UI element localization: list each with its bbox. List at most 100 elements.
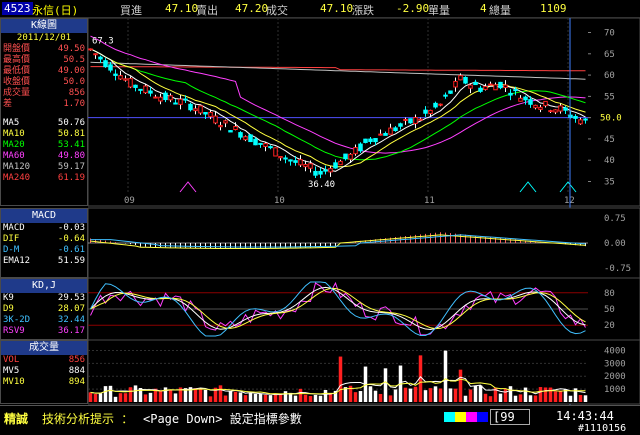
candle-body	[338, 160, 343, 166]
volume-chart[interactable]: 4000 3000 2000 1000	[88, 339, 640, 405]
kd-tick-label: 20	[604, 321, 615, 331]
candle-body	[188, 103, 193, 111]
candle-body	[458, 75, 463, 81]
kd-value: 28.07	[57, 304, 85, 314]
command-input[interactable]: [99	[490, 409, 530, 425]
volume-bar	[553, 391, 558, 402]
volume-bar	[463, 395, 468, 402]
volume-info-panel: 成交量 VOL 856 MV5 884 MV10 894	[0, 340, 88, 404]
price-tick-label: 40	[604, 156, 615, 166]
candle-body	[488, 83, 493, 86]
deal-value: 47.10	[320, 2, 354, 15]
volume-bar	[93, 393, 98, 402]
ma-row: MA20 53.41	[1, 140, 87, 151]
kd-tick-label: 80	[604, 289, 615, 299]
ma-label: MA120	[3, 162, 31, 172]
kd-label: D9	[3, 304, 14, 314]
volume-bar	[378, 393, 383, 402]
candle-body	[138, 88, 143, 91]
macd-chart[interactable]: 0.75 0.00 -0.75	[88, 207, 640, 279]
candle-body	[133, 84, 138, 88]
vol-value: 884	[68, 366, 85, 376]
volume-bar	[473, 385, 478, 402]
kd-label: K9	[3, 293, 14, 303]
volume-bar	[283, 391, 288, 402]
volume-bar	[133, 385, 138, 402]
kd-panel-title[interactable]: KD,J	[1, 279, 87, 293]
macd-row: MACD -0.03	[1, 223, 87, 234]
volume-bar	[198, 388, 203, 402]
candle-body	[323, 169, 328, 172]
candle-body	[293, 160, 298, 163]
volume-bar	[88, 392, 93, 402]
kline-panel-title[interactable]: K線圖	[1, 19, 87, 33]
kd-row: 3K-2D 32.44	[1, 315, 87, 326]
candle-body	[473, 82, 478, 86]
volume-bar	[558, 390, 563, 402]
change-label: 漲跌	[352, 4, 374, 17]
volume-panel-title[interactable]: 成交量	[1, 341, 87, 355]
vol-row: MV10 894	[1, 377, 87, 388]
price-tick-label: 65	[604, 50, 615, 60]
volume-bar	[358, 391, 363, 402]
vol-label: MV10	[3, 377, 25, 387]
macd-rows: MACD -0.03 DIF -0.64 D-M -0.61 EMA12 51.59	[1, 223, 87, 267]
ma-row: MA120 59.17	[1, 162, 87, 173]
month-label: 10	[274, 196, 285, 206]
bid-label: 買進	[120, 4, 142, 17]
volume-bar	[243, 395, 248, 402]
volume-bar	[438, 388, 443, 402]
price-tick-label: 55	[604, 92, 615, 102]
volume-bar	[263, 394, 268, 402]
candle-body	[153, 96, 158, 99]
stock-id[interactable]: 4523	[2, 2, 33, 15]
volume-bar	[483, 393, 488, 402]
ma-value: 49.80	[57, 151, 85, 161]
ma-label: MA240	[3, 173, 31, 183]
technical-charts[interactable]: 09 10 11 12 67.3 36.40 70 65 60 55 50 45 40 35 50.0 0.…	[88, 18, 640, 405]
volume-bar	[228, 391, 233, 402]
deal-label: 成交	[266, 4, 288, 17]
volume-bar	[403, 387, 408, 402]
price-tick-label: 45	[604, 135, 615, 145]
candle-body	[318, 170, 323, 175]
candle-body	[123, 78, 128, 81]
candle-body	[173, 102, 178, 105]
candle-body	[233, 125, 238, 130]
kd-row: RSV9 36.17	[1, 326, 87, 337]
volume-bar	[168, 390, 173, 402]
candle-body	[148, 90, 153, 94]
current-price-label: 50.0	[600, 114, 622, 124]
candle-body	[503, 84, 508, 88]
kline-value: 49.50	[57, 44, 85, 54]
candle-body	[378, 133, 383, 136]
volume-bar	[508, 386, 513, 402]
kd-chart[interactable]: 80 50 20	[88, 277, 640, 341]
macd-label: MACD	[3, 223, 25, 233]
macd-label: D-M	[3, 245, 20, 255]
candle-body	[268, 146, 273, 149]
volume-bar	[518, 394, 523, 402]
candle-body	[113, 73, 118, 76]
vol-value: 856	[68, 355, 85, 365]
quote-bar: 4523 永信(日) 買進 47.10 賣出 47.20 成交 47.10 漲跌…	[0, 0, 640, 18]
volume-bar	[393, 389, 398, 402]
change-value: -2.90	[396, 2, 430, 15]
kd-value: 36.17	[57, 326, 85, 336]
candle-body	[118, 75, 123, 80]
macd-panel-title[interactable]: MACD	[1, 209, 87, 223]
kline-info-panel: K線圖 2011/12/01 開盤價 49.50 最高價 50.5 最低價 49.00 收盤…	[0, 18, 88, 206]
volume-bar	[578, 394, 583, 402]
clock: 14:43:44	[556, 409, 614, 423]
volume-bar	[128, 387, 133, 402]
candle-body	[193, 108, 198, 112]
ma-label: MA5	[3, 118, 20, 128]
volume-bar	[98, 393, 103, 402]
macd-value: -0.03	[57, 223, 85, 233]
kline-row: 最高價 50.5	[1, 55, 87, 66]
kline-row: 最低價 49.00	[1, 66, 87, 77]
candle-body	[363, 138, 368, 143]
candle-body	[423, 109, 428, 114]
color-palette-icon	[444, 412, 488, 422]
candle-body	[478, 87, 483, 92]
